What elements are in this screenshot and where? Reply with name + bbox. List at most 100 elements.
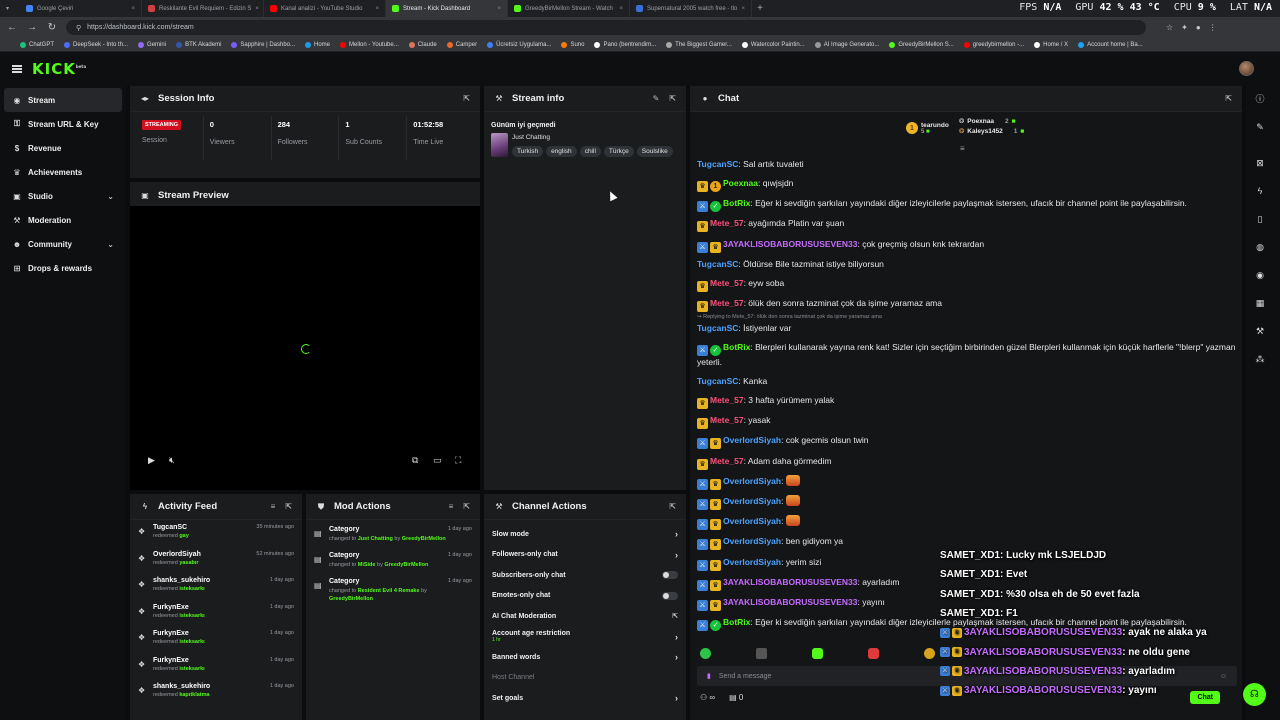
chevron-right-icon[interactable]: › — [675, 652, 678, 662]
chat-username[interactable]: OverlordSiyah — [723, 435, 781, 445]
popout-icon[interactable]: ⇱ — [463, 94, 470, 103]
emote-icon[interactable] — [700, 648, 711, 659]
info-icon[interactable]: ⓘ — [1253, 92, 1267, 106]
chevron-right-icon[interactable]: › — [675, 693, 678, 703]
calendar-icon[interactable]: ▦ — [1253, 296, 1267, 310]
sidebar-item-revenue[interactable]: $ Revenue — [4, 136, 122, 160]
bookmark-item[interactable]: BTK Akademi — [176, 41, 221, 48]
browser-tab[interactable]: Reskilante Evil Requiem - Edizin S × — [142, 0, 264, 17]
tab-close-icon[interactable]: × — [255, 6, 259, 12]
browser-tab[interactable]: GreedyBirMellon Stream - Watch × — [508, 0, 630, 17]
channel-action-set-goals[interactable]: Set goals › — [484, 688, 686, 709]
kick-logo[interactable]: KICKbeta — [32, 60, 86, 78]
chat-username[interactable]: BotRix — [723, 617, 750, 627]
edit-icon[interactable]: ✎ — [1253, 120, 1267, 134]
popout-icon[interactable]: ⇱ — [463, 502, 470, 511]
chat-username[interactable]: 3AYAKLISOBABORUSUSEVEN33 — [723, 239, 857, 249]
chat-username[interactable]: Mete_57 — [710, 395, 744, 405]
bookmark-item[interactable]: The Biggest Gamer... — [666, 41, 732, 48]
browser-tab[interactable]: Kanal analizi - YouTube Studio × — [264, 0, 386, 17]
bookmark-item[interactable]: Ücretsiz Uygulama... — [487, 41, 551, 48]
hamburger-menu-icon[interactable] — [12, 65, 22, 73]
emote-icon[interactable] — [756, 648, 767, 659]
tab-close-icon[interactable]: × — [619, 6, 623, 12]
channel-action-banned-words[interactable]: Banned words › — [484, 647, 686, 668]
chat-username[interactable]: OverlordSiyah — [723, 516, 781, 526]
tag-chip[interactable]: Turkish — [512, 146, 544, 157]
sidebar-item-stream[interactable]: ◉ Stream — [4, 88, 122, 112]
bookmark-item[interactable]: Claude — [408, 41, 437, 48]
bookmark-star-icon[interactable]: ☆ — [1166, 23, 1173, 32]
channel-action-slow-mode[interactable]: Slow mode › — [484, 524, 686, 545]
tag-chip[interactable]: english — [546, 146, 577, 157]
bookmark-item[interactable]: Pano (bentrendim... — [594, 41, 656, 48]
sidebar-item-stream-url-key[interactable]: ⚿ Stream URL & Key — [4, 112, 122, 136]
profile-icon[interactable]: ● — [1196, 23, 1201, 32]
channel-action-followers-only-chat[interactable]: Followers-only chat › — [484, 545, 686, 566]
bookmark-item[interactable]: Sapphire | Dashbo... — [231, 41, 295, 48]
chat-username[interactable]: OverlordSiyah — [723, 557, 781, 567]
emote-icon[interactable] — [868, 648, 879, 659]
sidebar-item-community[interactable]: ☻ Community ⌄ — [4, 232, 122, 256]
tag-chip[interactable]: Türkçe — [603, 146, 634, 157]
gift-leaderboard[interactable]: 1 tearundo 5 ■ ❂ Poexnaa 2 ■ ❂ Kaleys1452 1 ■ — [906, 116, 1024, 136]
user-avatar[interactable] — [1239, 61, 1254, 76]
bookmark-item[interactable]: Suno — [561, 41, 584, 48]
bookmark-item[interactable]: Mellon - Youtube... — [340, 41, 399, 48]
tab-close-icon[interactable]: × — [131, 6, 135, 12]
tag-chip[interactable]: Soulslike — [636, 146, 673, 157]
chevron-right-icon[interactable]: › — [675, 550, 678, 560]
channel-action-ai-chat-moderation[interactable]: AI Chat Moderation ⇱ — [484, 606, 686, 627]
chevron-down-icon[interactable]: ⌄ — [107, 240, 114, 249]
channel-action-emotes-only-chat[interactable]: Emotes-only chat — [484, 586, 686, 607]
bookmark-item[interactable]: Home — [305, 41, 330, 48]
chat-username[interactable]: Mete_57 — [710, 298, 744, 308]
chat-username[interactable]: BotRix — [723, 342, 750, 352]
popout-icon[interactable]: ⇱ — [669, 502, 676, 511]
bookmark-item[interactable]: AI Image Generato... — [814, 41, 879, 48]
bookmark-item[interactable]: greedybirmellon -... — [963, 41, 1024, 48]
points-infinity[interactable]: ⚇ ∞ — [700, 693, 715, 702]
bookmark-item[interactable]: ChatGPT — [20, 41, 54, 48]
site-info-icon[interactable]: ⚲ — [76, 24, 81, 32]
apps-icon[interactable]: ⁂ — [1253, 352, 1267, 366]
filter-icon[interactable]: ≡ — [271, 502, 276, 511]
mic-icon[interactable]: ▮ — [707, 672, 711, 680]
sidebar-item-moderation[interactable]: ⚒ Moderation — [4, 208, 122, 232]
sidebar-item-achievements[interactable]: ♛ Achievements — [4, 160, 122, 184]
chat-username[interactable]: Poexnaa — [723, 178, 758, 188]
chat-username[interactable]: OverlordSiyah — [723, 536, 781, 546]
play-icon[interactable]: ▶ — [148, 455, 155, 466]
chat-username[interactable]: Mete_57 — [710, 456, 744, 466]
filter-icon[interactable]: ≡ — [449, 502, 454, 511]
broadcast-icon[interactable]: ◉ — [1253, 268, 1267, 282]
bookmark-item[interactable]: Camper — [446, 41, 477, 48]
browser-tab[interactable]: Stream - Kick Dashboard × — [386, 0, 508, 17]
bookmark-item[interactable]: GreedyBirMellon S... — [889, 41, 954, 48]
phone-icon[interactable]: ▯ — [1253, 212, 1267, 226]
bookmark-item[interactable]: Home / X — [1034, 41, 1068, 48]
chat-username[interactable]: OverlordSiyah — [723, 496, 781, 506]
popout-icon[interactable]: ⇱ — [285, 502, 292, 511]
close-box-icon[interactable]: ⊠ — [1253, 156, 1267, 170]
chat-username[interactable]: TugcanSC — [697, 159, 738, 169]
extensions-icon[interactable]: ✦ — [1181, 23, 1188, 32]
chat-username[interactable]: 3AYAKLISOBABORUSUSEVEN33 — [723, 597, 857, 607]
theater-icon[interactable]: ▭ — [433, 455, 442, 466]
toggle-switch[interactable] — [662, 571, 678, 580]
url-field[interactable]: ⚲ https://dashboard.kick.com/stream — [66, 20, 1146, 35]
emote-icon[interactable] — [812, 648, 823, 659]
mute-icon[interactable]: 🔇︎ — [169, 455, 175, 466]
browser-tab[interactable]: Supernatural 2005 watch free - tlo × — [630, 0, 752, 17]
menu-icon[interactable]: ⋮ — [1209, 23, 1217, 32]
tag-chip[interactable]: chill — [579, 146, 601, 157]
reload-icon[interactable]: ↻ — [46, 22, 58, 33]
chevron-right-icon[interactable]: › — [675, 529, 678, 539]
channel-action-account-age-restriction[interactable]: Account age restriction 1 hr › — [484, 627, 686, 648]
edit-pencil-icon[interactable]: ✎ — [653, 94, 660, 103]
chat-username[interactable]: OverlordSiyah — [723, 476, 781, 486]
external-link-icon[interactable]: ⇱ — [672, 612, 678, 620]
support-headset-icon[interactable]: ☊ — [1243, 683, 1266, 706]
bookmark-item[interactable]: Gemini — [138, 41, 166, 48]
chat-username[interactable]: Mete_57 — [710, 278, 744, 288]
